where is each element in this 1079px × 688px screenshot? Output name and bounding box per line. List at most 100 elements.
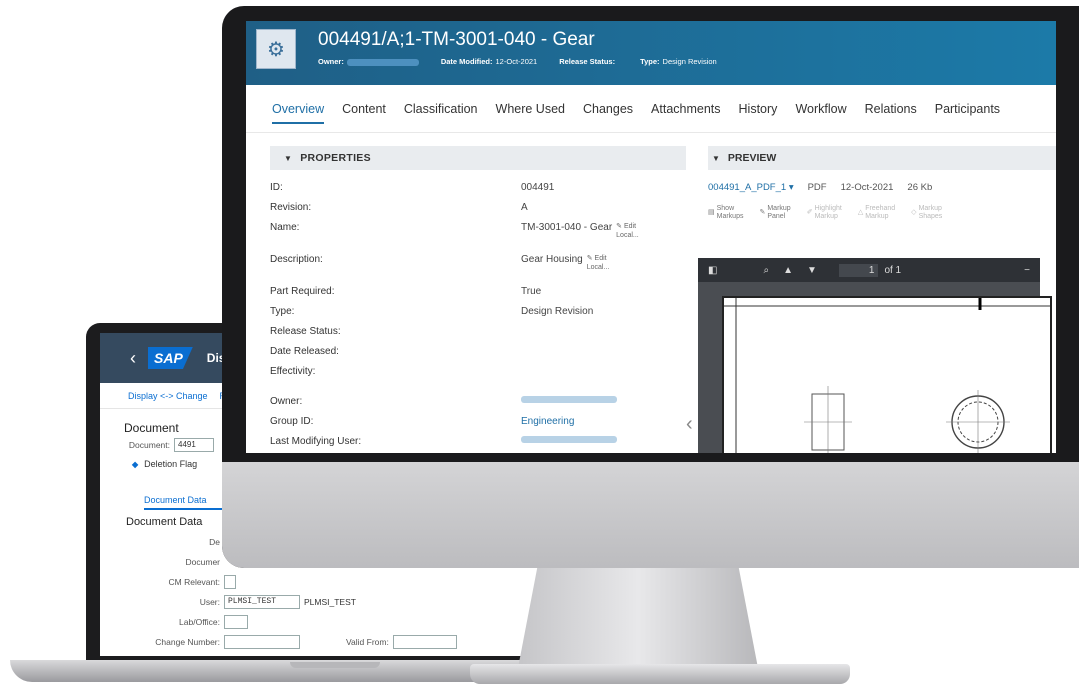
- item-thumbnail[interactable]: ⚙: [256, 29, 296, 69]
- tool-label: Freehand: [865, 205, 896, 212]
- tab-participants[interactable]: Participants: [935, 102, 1000, 116]
- freehand-markup-button[interactable]: △ Freehand Markup: [858, 205, 895, 221]
- sidebar-toggle-icon[interactable]: ◧: [708, 265, 717, 276]
- freehand-icon: △: [857, 209, 864, 216]
- cm-relevant-checkbox[interactable]: [224, 575, 236, 589]
- documer-label: Documer: [185, 557, 220, 567]
- edit-label: Edit: [623, 223, 637, 230]
- zoom-out-icon[interactable]: −: [1024, 265, 1030, 276]
- prop-value: True: [521, 286, 542, 297]
- deletion-flag-label: Deletion Flag: [144, 459, 198, 469]
- owner-label: Owner:: [318, 57, 344, 66]
- preview-file-size: 26 Kb: [907, 182, 933, 193]
- change-number-input[interactable]: [224, 635, 300, 649]
- markup-toolbar: ▤ Show Markups ✎ Markup Panel ✐ Highlight Mark…: [708, 205, 1056, 221]
- tab-attachments[interactable]: Attachments: [651, 102, 720, 116]
- tab-changes[interactable]: Changes: [583, 102, 633, 116]
- release-status-label: Release Status:: [559, 57, 616, 66]
- edit-local-link[interactable]: ✎ Edit Local...: [616, 222, 639, 240]
- show-markups-button[interactable]: ▤ Show Markups: [708, 205, 743, 221]
- back-icon[interactable]: ‹: [130, 348, 136, 369]
- user-input[interactable]: PLMSI_TEST: [224, 595, 300, 609]
- monitor-stand-neck: [518, 568, 758, 668]
- local-label: Local...: [616, 232, 639, 239]
- tab-document-data[interactable]: Document Data: [144, 495, 228, 510]
- page-number-input[interactable]: 1: [838, 263, 879, 277]
- prop-label: Part Required:: [270, 286, 335, 297]
- markup-panel-button[interactable]: ✎ Markup Panel: [759, 205, 790, 221]
- change-number-row: Change Number: Valid From:: [100, 632, 566, 652]
- item-title: 004491/A;1-TM-3001-040 - Gear: [318, 29, 595, 50]
- overview-panels: ▼ PROPERTIES ID: 004491 Revision: A Name: TM…: [246, 133, 1056, 453]
- prop-value: Gear Housing: [521, 254, 583, 265]
- collapse-triangle-icon[interactable]: ▼: [284, 154, 292, 163]
- tool-label: Highlight: [814, 205, 842, 212]
- prop-label: Revision:: [270, 202, 312, 213]
- collapse-left-icon[interactable]: ‹: [686, 413, 693, 436]
- prop-release-status: Release Status:: [270, 326, 686, 346]
- prop-label: Effectivity:: [270, 366, 316, 377]
- shapes-icon: ◇: [911, 209, 917, 216]
- preview-file-type: PDF: [807, 182, 827, 193]
- markup-shapes-button[interactable]: ◇ Markup Shapes: [911, 205, 942, 221]
- preview-file-dropdown[interactable]: 004491_A_PDF_1 ▾: [708, 182, 794, 193]
- prop-part-required: Part Required: True: [270, 286, 686, 306]
- owner-redacted-link[interactable]: [521, 396, 617, 403]
- prev-page-icon[interactable]: ▲: [783, 265, 793, 276]
- prop-date-released: Date Released:: [270, 346, 686, 366]
- preview-file-info: 004491_A_PDF_1 ▾ PDF 12-Oct-2021 26 Kb: [708, 182, 1056, 193]
- lab-office-label: Lab/Office:: [179, 617, 220, 627]
- collapse-triangle-icon[interactable]: ▼: [712, 154, 720, 163]
- drawing-sheet: [722, 296, 1052, 453]
- lab-office-input[interactable]: [224, 615, 248, 629]
- tab-where-used[interactable]: Where Used: [496, 102, 565, 116]
- display-change-button[interactable]: Display <-> Change: [128, 391, 208, 401]
- prop-group-id: Group ID: Engineering: [270, 416, 686, 436]
- markup-panel-icon: ✎: [759, 209, 766, 216]
- last-user-redacted-link[interactable]: [521, 436, 617, 443]
- meta-type: Type: Design Revision: [640, 57, 717, 66]
- edit-local-icon: ✎: [586, 255, 593, 262]
- search-icon[interactable]: ⌕: [763, 265, 769, 276]
- product-composite: ‹ SAP Disp Display <-> Change Re Documen…: [0, 0, 1079, 688]
- page-count: of 1: [884, 264, 902, 276]
- tab-history[interactable]: History: [739, 102, 778, 116]
- lab-office-row: Lab/Office:: [100, 612, 566, 632]
- tab-bar: Overview Content Classification Where Us…: [246, 85, 1056, 133]
- user-description: PLMSI_TEST: [304, 597, 356, 607]
- preview-file-name: 004491_A_PDF_1: [708, 182, 787, 193]
- next-page-icon[interactable]: ▼: [807, 265, 817, 276]
- tab-overview[interactable]: Overview: [272, 102, 325, 124]
- prop-label: Group ID:: [270, 416, 314, 427]
- tab-relations[interactable]: Relations: [865, 102, 917, 116]
- group-id-link[interactable]: Engineering: [521, 416, 574, 427]
- cm-relevant-label: CM Relevant:: [168, 577, 221, 587]
- edit-local-icon: ✎: [616, 223, 623, 230]
- prop-owner: Owner:: [270, 396, 686, 416]
- valid-from-input[interactable]: [392, 635, 457, 649]
- highlight-icon: ✐: [806, 209, 813, 216]
- owner-redacted: [346, 58, 419, 66]
- user-row: User: PLMSI_TEST PLMSI_TEST: [100, 592, 566, 612]
- markups-icon: ▤: [708, 209, 715, 216]
- tab-classification[interactable]: Classification: [404, 102, 478, 116]
- preview-panel: ▼ PREVIEW 004491_A_PDF_1 ▾ PDF 12-Oct-202…: [686, 133, 1056, 453]
- properties-header[interactable]: ▼ PROPERTIES: [270, 146, 686, 170]
- prop-value: TM-3001-040 - Gear: [521, 222, 613, 233]
- prop-value: 004491: [521, 182, 555, 193]
- prop-label: Description:: [270, 254, 323, 265]
- document-input[interactable]: 4491: [174, 438, 214, 452]
- preview-header[interactable]: ▼ PREVIEW: [708, 146, 1056, 170]
- highlight-markup-button[interactable]: ✐ Highlight Markup: [807, 205, 842, 221]
- preview-file-date: 12-Oct-2021: [840, 182, 894, 193]
- edit-local-link[interactable]: ✎ Edit Local...: [587, 254, 610, 272]
- prop-revision: Revision: A: [270, 202, 686, 222]
- tab-workflow[interactable]: Workflow: [795, 102, 846, 116]
- prop-value: Design Revision: [521, 306, 594, 317]
- tab-content[interactable]: Content: [342, 102, 386, 116]
- local-label: Local...: [586, 264, 610, 271]
- cm-relevant-row: CM Relevant:: [100, 572, 566, 592]
- prop-label: ID:: [270, 182, 283, 193]
- item-header: ⚙ 004491/A;1-TM-3001-040 - Gear Owner: D…: [246, 21, 1056, 85]
- properties-title: PROPERTIES: [300, 152, 371, 164]
